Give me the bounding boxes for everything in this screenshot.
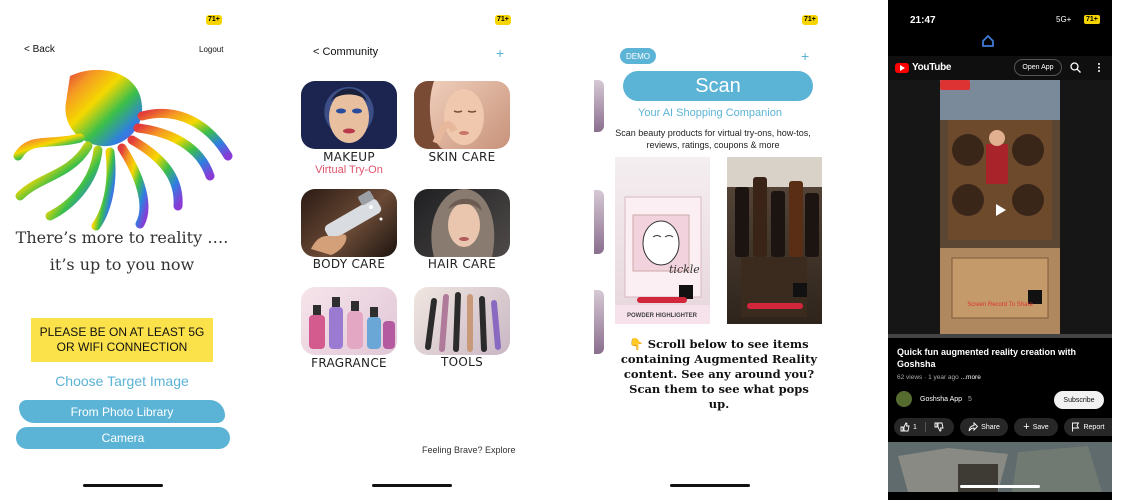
more-link[interactable]: ...more xyxy=(961,374,981,381)
share-label: Share xyxy=(981,423,1000,431)
makeup-label: MAKEUP xyxy=(323,150,375,164)
battery-badge: 71+ xyxy=(802,15,818,25)
fragrance-bottles-image xyxy=(309,297,395,349)
connection-warning: PLEASE BE ON AT LEAST 5G OR WIFI CONNECT… xyxy=(31,318,213,362)
save-button[interactable]: + Save xyxy=(1014,418,1058,436)
photo-library-button[interactable]: From Photo Library xyxy=(19,400,225,423)
body-care-bottle-image xyxy=(311,190,383,255)
add-icon[interactable]: + xyxy=(496,45,504,61)
tools-category-tile[interactable] xyxy=(414,287,510,355)
report-button[interactable]: Report xyxy=(1064,418,1112,436)
demo-badge[interactable]: DEMO xyxy=(620,48,656,64)
more-options-icon[interactable] xyxy=(1096,62,1102,73)
choose-target-image-label: Choose Target Image xyxy=(55,373,189,389)
makeup-category-tile[interactable] xyxy=(301,81,397,149)
virtual-try-on-label: Virtual Try-On xyxy=(315,164,383,176)
body-care-label: BODY CARE xyxy=(312,257,386,271)
community-back-button[interactable]: < Community xyxy=(313,46,378,58)
tagline-line-2: it’s up to you now xyxy=(49,255,195,274)
home-indicator xyxy=(372,484,452,487)
hair-care-category-tile[interactable] xyxy=(414,189,510,257)
subscribe-button[interactable]: Subscribe xyxy=(1054,391,1104,409)
share-button[interactable]: Share xyxy=(960,418,1008,436)
logout-button[interactable]: Logout xyxy=(199,45,223,54)
video-title[interactable]: Quick fun augmented reality creation wit… xyxy=(897,346,1103,370)
ar-home-screen: 71+ < Back Logout There’s more to realit… xyxy=(0,0,244,500)
liquor-bottles-image xyxy=(727,157,822,317)
channel-name: Goshsha App xyxy=(920,396,963,403)
tools-label: TOOLS xyxy=(440,355,484,369)
open-app-button[interactable]: Open App xyxy=(1014,59,1062,76)
battery-badge: 71+ xyxy=(495,15,511,25)
channel-name-row[interactable]: Goshsha App 5 xyxy=(920,396,972,403)
status-time: 21:47 xyxy=(910,15,936,26)
scan-description: Scan beauty products for virtual try-ons… xyxy=(615,128,811,150)
battery-badge: 71+ xyxy=(1084,15,1100,24)
rainbow-octopus-logo xyxy=(13,69,233,231)
signal-indicator: 5G+ xyxy=(1056,15,1072,24)
makeup-face-image xyxy=(329,88,369,143)
carousel-edge-image xyxy=(594,290,604,354)
scroll-instructions: 👇 Scroll below to see items containing A… xyxy=(620,337,818,411)
flag-icon xyxy=(1072,422,1080,432)
search-icon[interactable] xyxy=(1070,62,1081,73)
bottles-photo[interactable] xyxy=(727,157,822,324)
powder-highlighter-photo[interactable]: tickle POWDER HIGHLIGHTER xyxy=(615,157,710,324)
like-divider xyxy=(924,422,926,432)
ai-companion-subtitle: Your AI Shopping Companion xyxy=(638,107,782,119)
battery-badge: 71+ xyxy=(206,15,222,25)
skin-care-label: SKIN CARE xyxy=(428,150,496,164)
youtube-play-icon xyxy=(895,62,909,73)
explore-link[interactable]: Feeling Brave? Explore xyxy=(422,445,516,455)
plus-icon: + xyxy=(1023,421,1030,433)
home-indicator xyxy=(83,484,163,487)
powder-compact-image: tickle POWDER HIGHLIGHTER xyxy=(615,196,710,324)
channel-subscriber-count: 5 xyxy=(967,396,972,403)
home-indicator xyxy=(670,484,750,487)
skin-care-face-image xyxy=(414,81,484,149)
video-player[interactable]: Screen Record To Share xyxy=(888,80,1112,338)
body-care-category-tile[interactable] xyxy=(301,189,397,257)
avatar[interactable] xyxy=(896,391,912,407)
video-meta: 62 views · 1 year ago ...more xyxy=(897,374,981,381)
carousel-edge-image xyxy=(594,190,604,254)
thumbs-up-icon[interactable] xyxy=(900,422,910,432)
skin-care-category-tile[interactable] xyxy=(414,81,510,149)
scan-button[interactable]: Scan xyxy=(623,71,813,101)
fragrance-label: FRAGRANCE xyxy=(311,356,387,370)
youtube-top-bar: YouTube Open App xyxy=(888,56,1112,80)
like-dislike-group: 1 xyxy=(894,418,954,436)
home-indicator xyxy=(960,485,1040,488)
youtube-brand-text: YouTube xyxy=(912,62,952,73)
tickle-brand-text: tickle xyxy=(669,263,700,276)
home-icon[interactable] xyxy=(981,34,995,48)
like-count[interactable]: 1 xyxy=(913,424,917,431)
youtube-logo[interactable]: YouTube xyxy=(895,62,952,73)
add-icon[interactable]: + xyxy=(801,48,809,64)
back-button[interactable]: < Back xyxy=(24,44,55,55)
community-screen: 71+ < Community + MAKEUP Virtual Try-On … xyxy=(288,0,524,500)
fragrance-category-tile[interactable] xyxy=(301,287,397,355)
screen-record-overlay: Screen Record To Share xyxy=(967,302,1033,308)
scan-screen: 71+ DEMO + Scan Your AI Shopping Compani… xyxy=(594,0,826,500)
carousel-edge-image xyxy=(594,80,604,132)
report-label: Report xyxy=(1083,423,1105,431)
video-views: 62 views · 1 year ago xyxy=(897,374,959,381)
tagline-line-1: There’s more to reality …. xyxy=(15,228,229,247)
play-icon[interactable] xyxy=(992,202,1008,218)
tools-brushes-image xyxy=(425,292,501,352)
camera-button[interactable]: Camera xyxy=(16,427,230,449)
share-icon xyxy=(968,422,979,432)
hair-care-portrait-image xyxy=(431,189,495,257)
thumbs-down-icon[interactable] xyxy=(934,422,944,432)
powder-highlighter-caption: POWDER HIGHLIGHTER xyxy=(627,313,698,319)
hair-care-label: HAIR CARE xyxy=(427,257,497,271)
youtube-screen: 21:47 5G+ 71+ YouTube Open App Screen Re… xyxy=(888,0,1112,500)
save-label: Save xyxy=(1032,423,1049,431)
